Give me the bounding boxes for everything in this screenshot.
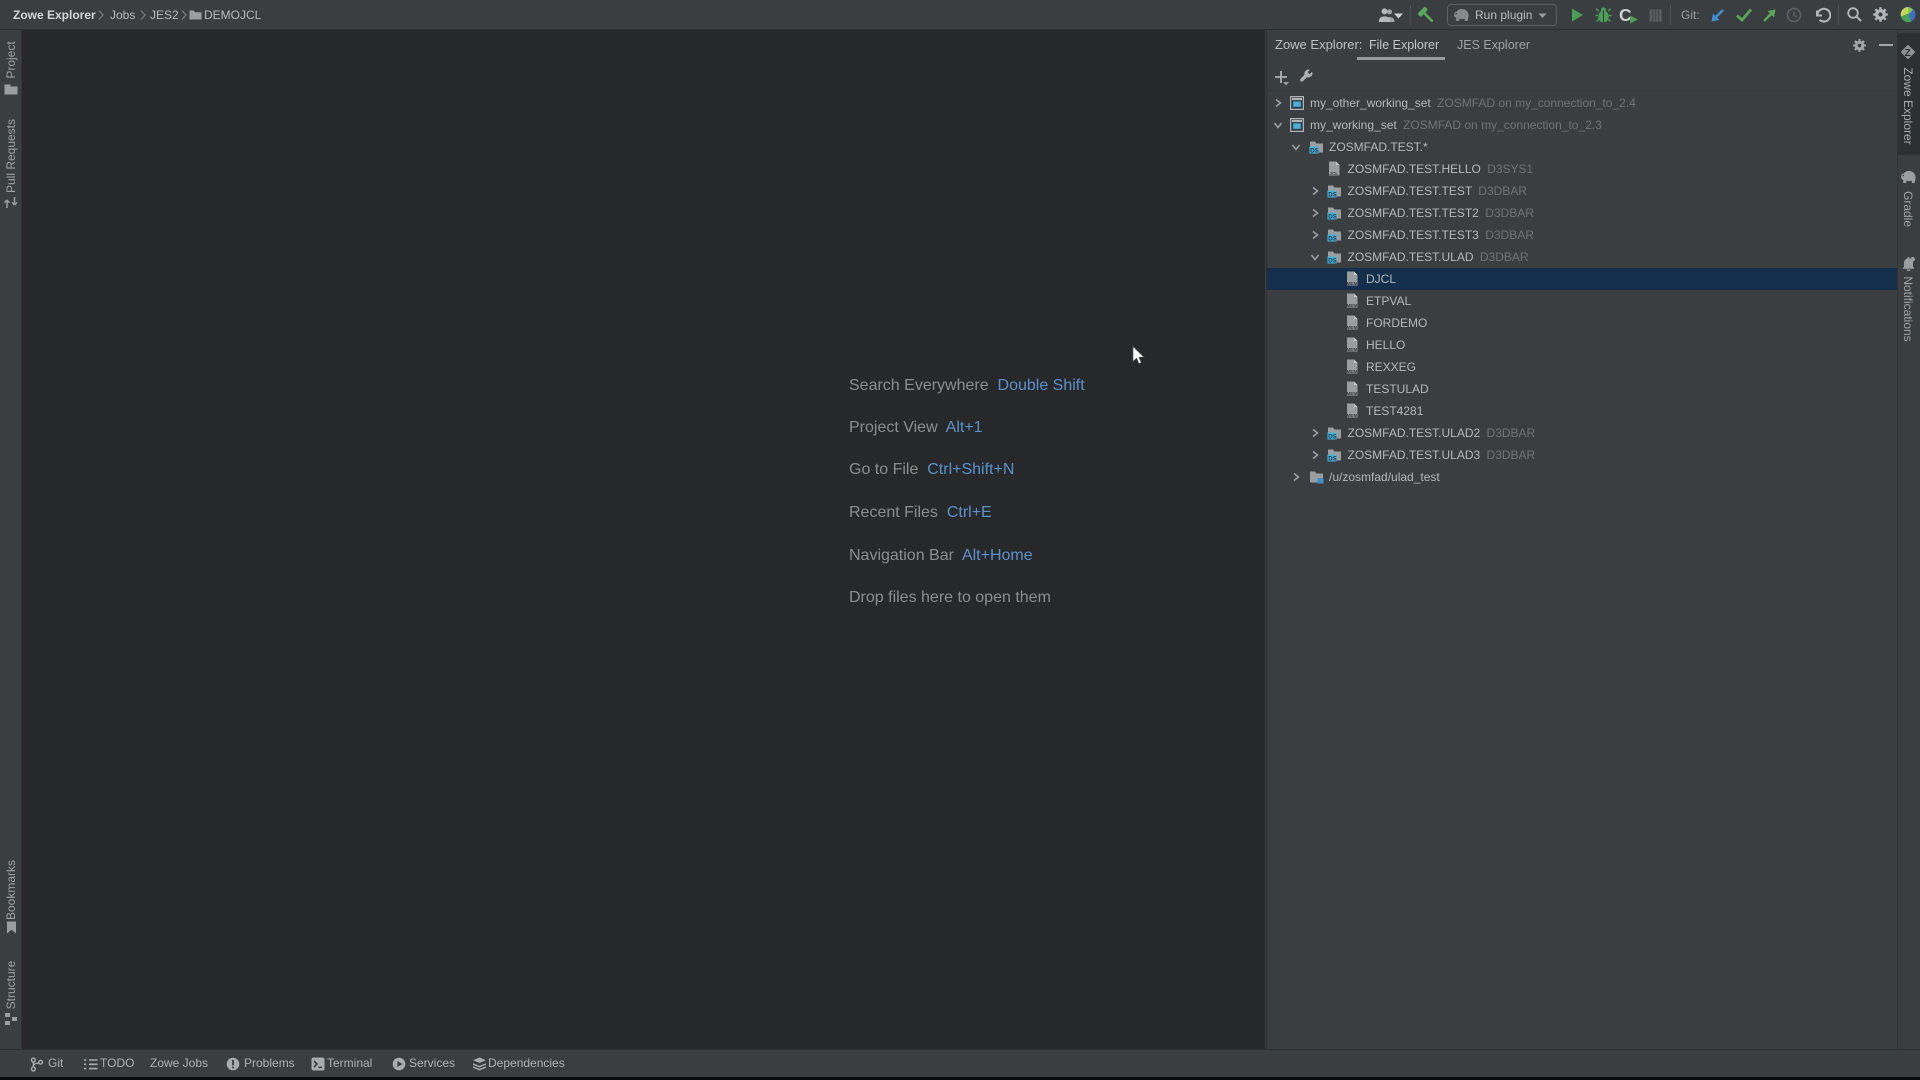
svg-text:MEM: MEM bbox=[1347, 281, 1358, 286]
svg-text:MEM: MEM bbox=[1347, 347, 1358, 352]
svg-text:MEM: MEM bbox=[1347, 369, 1358, 374]
svg-text:JCL: JCL bbox=[1329, 171, 1338, 176]
svg-text:MEM: MEM bbox=[1347, 391, 1358, 396]
svg-text:Z: Z bbox=[1905, 48, 1911, 59]
svg-text:DS: DS bbox=[1328, 236, 1337, 242]
svg-text:DS: DS bbox=[1328, 434, 1337, 440]
svg-text:MEM: MEM bbox=[1347, 413, 1358, 418]
svg-text:DS: DS bbox=[1328, 456, 1337, 462]
svg-text:DS: DS bbox=[1328, 258, 1337, 264]
svg-text:DS: DS bbox=[1328, 192, 1337, 198]
svg-text:MEM: MEM bbox=[1347, 303, 1358, 308]
svg-text:MEM: MEM bbox=[1347, 325, 1358, 330]
svg-text:DS: DS bbox=[1328, 214, 1337, 220]
svg-text:DS: DS bbox=[1310, 148, 1319, 154]
